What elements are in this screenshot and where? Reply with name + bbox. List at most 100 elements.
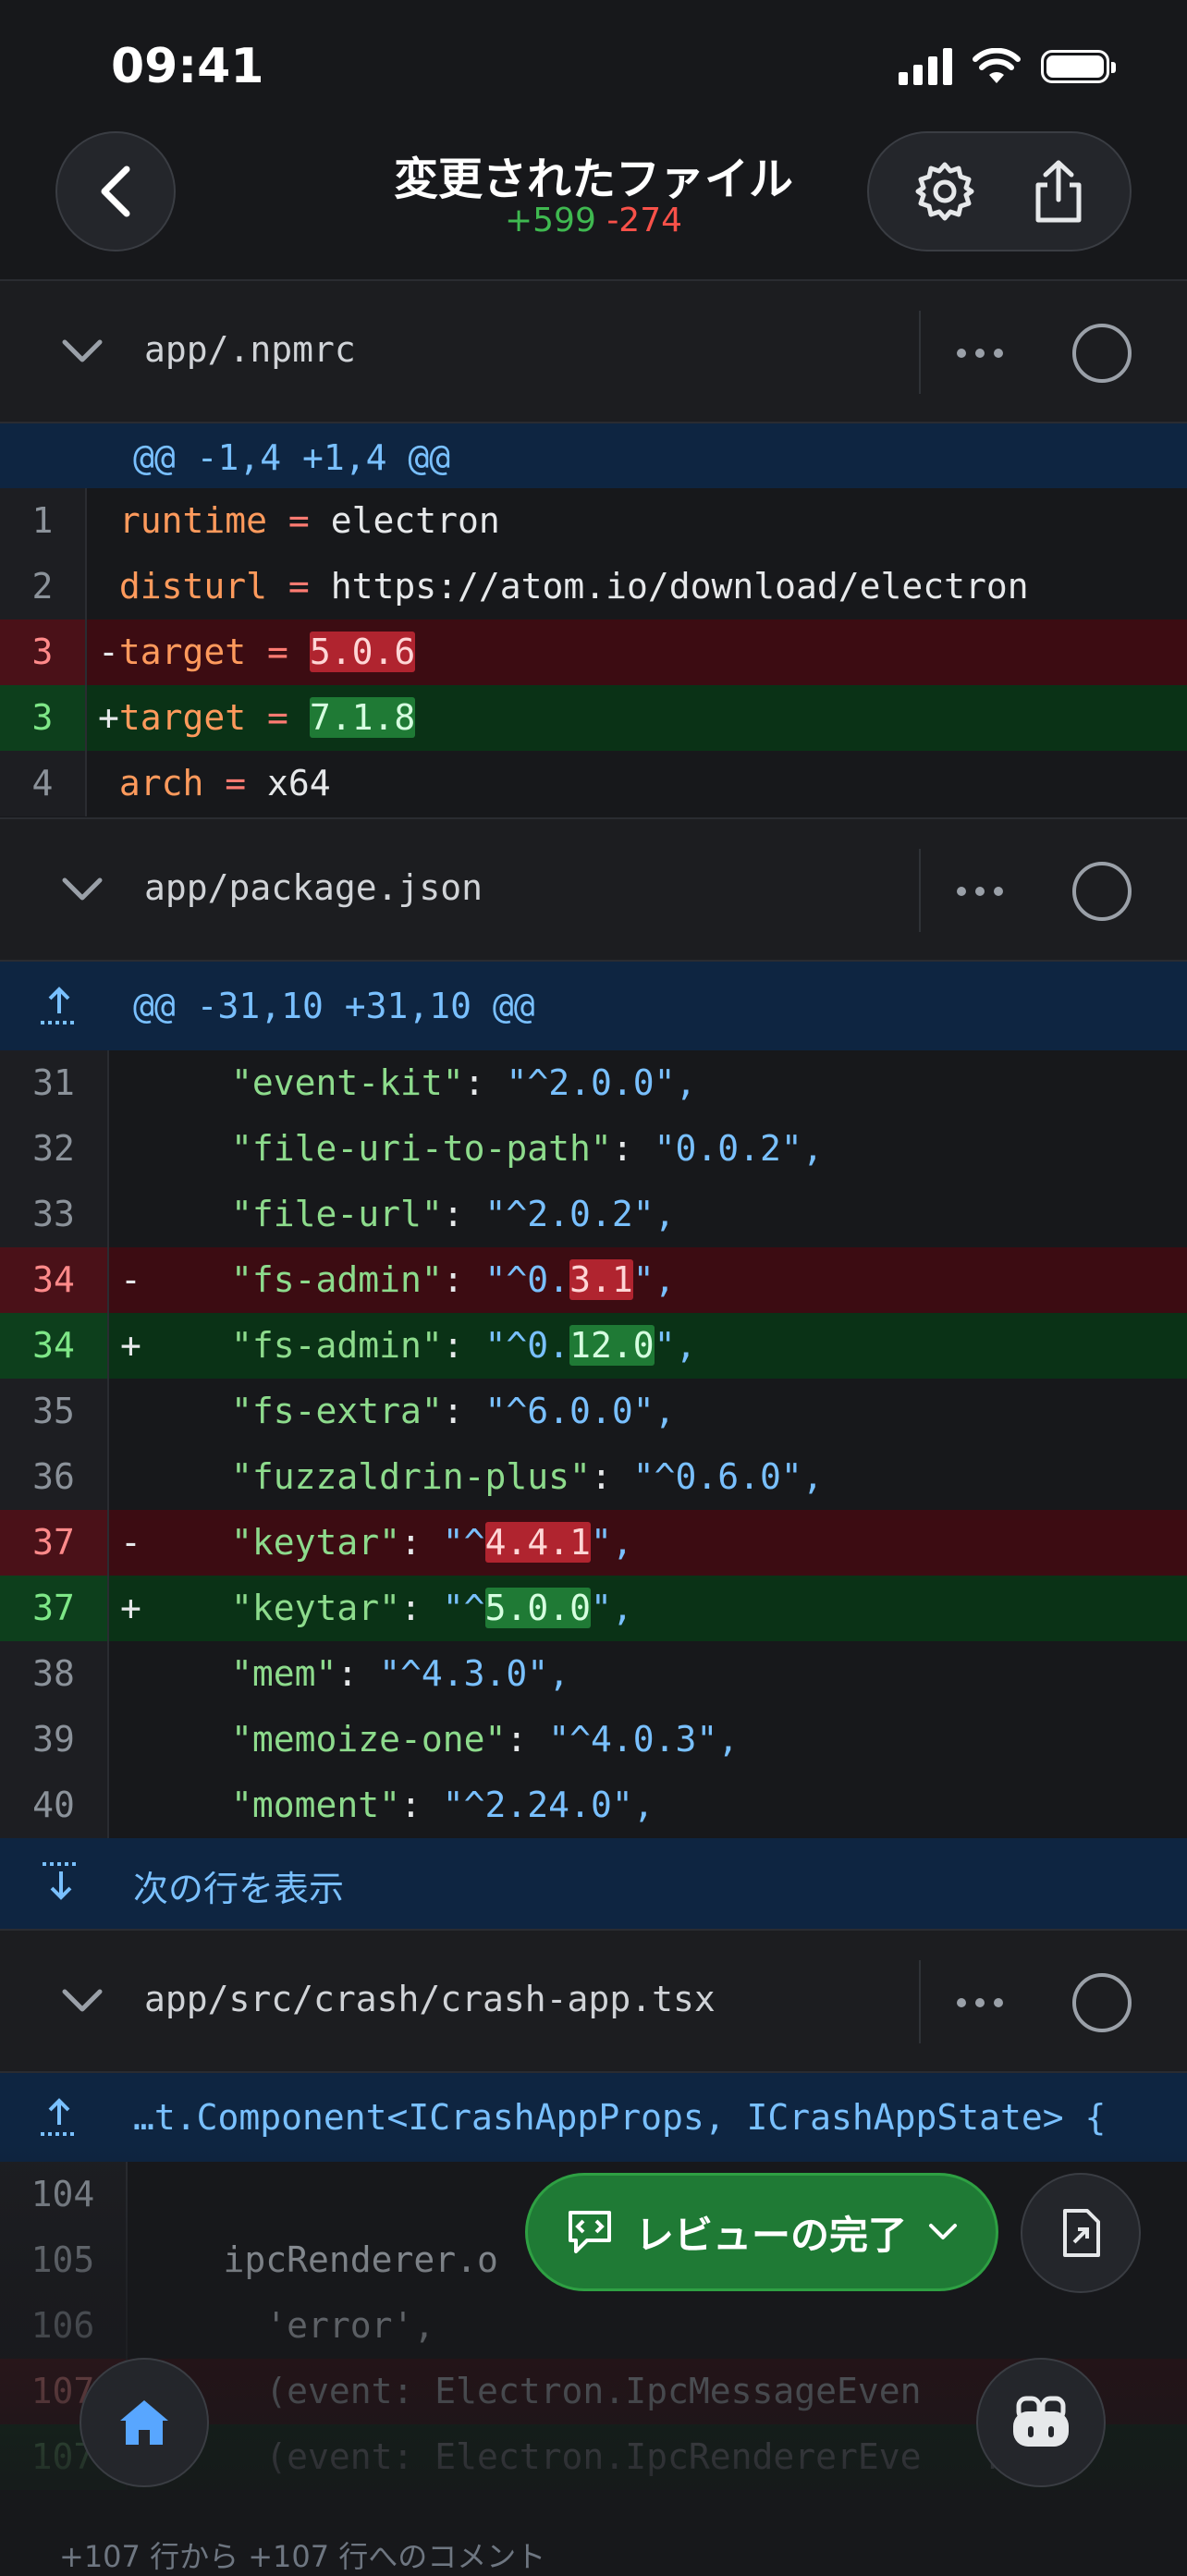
copilot-button[interactable] (976, 2358, 1106, 2487)
json-value-tail: , (632, 1785, 655, 1825)
diff-sign: + (120, 1588, 141, 1628)
diff-line[interactable]: 31 "event-kit": "^2.0.0", (0, 1050, 1187, 1116)
json-value-tail: , (654, 1391, 676, 1431)
expand-up-icon[interactable] (37, 986, 81, 1026)
finish-review-button[interactable]: レビューの完了 (525, 2173, 998, 2291)
diff-line-removed[interactable]: 34- "fs-admin": "^0.3.1", (0, 1247, 1187, 1313)
divider (919, 849, 921, 932)
code-value-changed: 7.1.8 (309, 697, 416, 738)
line-number: 32 (0, 1116, 109, 1182)
diff-sign: + (120, 1325, 141, 1366)
json-value-tail: ", (590, 1588, 633, 1628)
code-value: electron (330, 500, 500, 541)
battery-icon (1041, 50, 1116, 83)
diff-line[interactable]: 32 "file-uri-to-path": "0.0.2", (0, 1116, 1187, 1182)
more-button[interactable] (945, 327, 1015, 379)
diff-line-added[interactable]: 37 + "keytar": "^5.0.0", (0, 1576, 1187, 1641)
json-value-changed: 3.1 (569, 1259, 633, 1300)
diff-line-removed[interactable]: 3 -target = 5.0.6 (0, 619, 1187, 685)
hunk-header: @@ -1,4 +1,4 @@ (0, 423, 1187, 488)
more-button[interactable] (945, 865, 1015, 917)
hunk-range: …t.Component<ICrashAppProps, ICrashAppSt… (133, 2097, 1107, 2138)
diff-line[interactable]: 39 "memoize-one": "^4.0.3", (0, 1707, 1187, 1773)
json-key: "fs-admin" (231, 1325, 443, 1366)
json-value-changed: 4.4.1 (484, 1522, 591, 1563)
share-button[interactable] (1031, 159, 1086, 224)
chevron-down-icon[interactable] (59, 871, 105, 908)
diff-line[interactable]: 4 arch = x64 (0, 751, 1187, 816)
show-more-lines[interactable]: 次の行を表示 (0, 1838, 1187, 1929)
gear-icon (915, 162, 974, 221)
line-number: 2 (0, 554, 87, 619)
finish-review-label: レビューの完了 (634, 2212, 907, 2258)
diff-line[interactable]: 1 runtime = electron (0, 488, 1187, 554)
viewed-toggle[interactable] (1072, 1973, 1132, 2032)
json-value-tail: ", (632, 1259, 676, 1300)
diff-line[interactable]: 33 "file-url": "^2.0.2", (0, 1182, 1187, 1247)
diff-line-added[interactable]: 34 + "fs-admin": "^0.12.0", (0, 1313, 1187, 1379)
diff-line[interactable]: 35 "fs-extra": "^6.0.0", (0, 1379, 1187, 1444)
json-value-changed: 5.0.0 (484, 1588, 591, 1628)
line-number: 40 (0, 1773, 109, 1838)
line-number: 3 (0, 685, 87, 751)
chevron-down-icon[interactable] (59, 333, 105, 370)
header: 変更されたファイル +599 -274 (0, 129, 1187, 279)
line-number: 37 (0, 1576, 109, 1641)
viewed-toggle[interactable] (1072, 324, 1132, 383)
status-bar: 09:41 (0, 0, 1187, 129)
home-button[interactable] (80, 2358, 209, 2487)
line-number: 33 (0, 1182, 109, 1247)
file-path: app/package.json (144, 867, 483, 908)
viewed-toggle[interactable] (1072, 862, 1132, 921)
diff-line[interactable]: 36 "fuzzaldrin-plus": "^0.6.0", (0, 1444, 1187, 1510)
more-icon (957, 887, 966, 896)
diff-line[interactable]: 2 disturl = https://atom.io/download/ele… (0, 554, 1187, 619)
line-number: 36 (0, 1444, 109, 1510)
copilot-icon (1013, 2396, 1069, 2447)
diff-rows-package-json: 31 "event-kit": "^2.0.0", 32 "file-uri-to-p… (0, 1050, 1187, 1838)
more-button[interactable] (945, 1977, 1015, 2029)
file-header-crash-app[interactable]: app/src/crash/crash-app.tsx (0, 1929, 1187, 2073)
json-key: "keytar" (231, 1588, 401, 1628)
json-value: "^4.0.3" (548, 1719, 718, 1760)
comment-icon (568, 2211, 611, 2253)
json-value-tail: , (802, 1456, 824, 1497)
diff-line-added[interactable]: 3 +target = 7.1.8 (0, 685, 1187, 751)
json-key: "memoize-one" (231, 1719, 507, 1760)
diff-line-removed[interactable]: 37- "keytar": "^4.4.1", (0, 1510, 1187, 1576)
json-value-tail: ", (590, 1522, 633, 1563)
code-value-changed: 5.0.6 (309, 632, 416, 672)
more-icon (957, 349, 966, 358)
diff-rows-npmrc: 1 runtime = electron 2 disturl = https:/… (0, 488, 1187, 816)
json-value: "^0.6.0" (632, 1456, 802, 1497)
file-header-package-json[interactable]: app/package.json (0, 817, 1187, 962)
json-value-tail: , (548, 1653, 570, 1694)
file-header-npmrc[interactable]: app/.npmrc (0, 279, 1187, 423)
settings-button[interactable] (912, 159, 977, 224)
chevron-down-icon[interactable] (59, 1982, 105, 2019)
code-key: disturl (118, 566, 268, 607)
share-icon (1035, 160, 1082, 223)
json-value-changed: 12.0 (569, 1325, 655, 1366)
line-number: 31 (0, 1050, 109, 1116)
json-value: "^6.0.0" (484, 1391, 655, 1431)
code-key: runtime (118, 500, 268, 541)
hunk-range: @@ -1,4 +1,4 @@ (133, 437, 451, 478)
diff-line[interactable]: 38 "mem": "^4.3.0", (0, 1641, 1187, 1707)
json-value: "^2.0.2" (484, 1194, 655, 1234)
json-key: "fuzzaldrin-plus" (231, 1456, 591, 1497)
expand-down-icon (43, 1862, 80, 1900)
divider (919, 311, 921, 394)
diff-line[interactable]: 40 "moment": "^2.24.0", (0, 1773, 1187, 1838)
code-value: https://atom.io/download/electron (330, 566, 1029, 607)
wifi-icon (973, 48, 1021, 83)
status-icons (899, 48, 1116, 85)
file-diff-button[interactable] (1021, 2173, 1141, 2293)
json-value-tail: ", (654, 1325, 697, 1366)
diff-sign: - (120, 1522, 141, 1563)
header-actions (867, 131, 1132, 251)
json-key: "event-kit" (231, 1062, 464, 1103)
expand-up-icon[interactable] (37, 2097, 81, 2138)
json-key: "mem" (231, 1653, 337, 1694)
home-icon (120, 2400, 168, 2445)
